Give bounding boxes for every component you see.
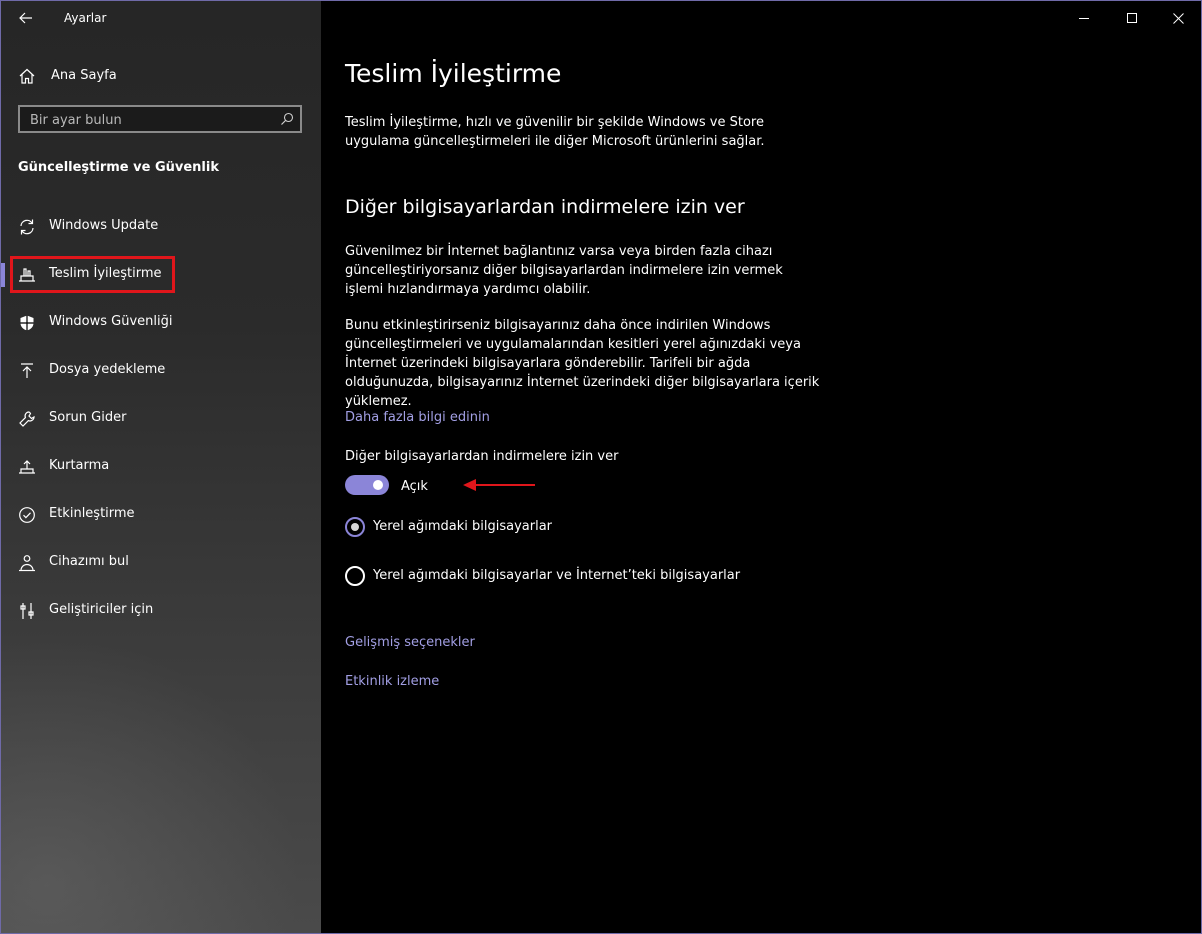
- sidebar-item-windows-update[interactable]: Windows Update: [1, 203, 321, 251]
- intro-paragraph: Teslim İyileştirme, hızlı ve güvenilir b…: [345, 113, 765, 151]
- page-title: Teslim İyileştirme: [345, 59, 562, 88]
- sidebar-item-label: Etkinleştirme: [49, 506, 135, 521]
- intro-line: Teslim İyileştirme, hızlı ve güvenilir b…: [345, 115, 764, 130]
- highlight-annotation-box: [10, 256, 175, 293]
- description-paragraph-1: Güvenilmez bir İnternet bağlantınız vars…: [345, 242, 783, 299]
- sidebar-item-file-backup[interactable]: Dosya yedekleme: [1, 347, 321, 395]
- paragraph-line: yüklemez.: [345, 394, 412, 409]
- home-label: Ana Sayfa: [51, 68, 117, 83]
- radio-button[interactable]: [345, 566, 365, 586]
- active-indicator: [1, 263, 5, 287]
- recovery-icon: [19, 460, 35, 474]
- sidebar-item-windows-security[interactable]: Windows Güvenliği: [1, 299, 321, 347]
- radio-label: Yerel ağımdaki bilgisayarlar: [373, 519, 553, 534]
- paragraph-line: işlemi hızlandırmaya yardımcı olabilir.: [345, 282, 591, 297]
- sidebar-item-label: Dosya yedekleme: [49, 362, 166, 377]
- sidebar-item-label: Geliştiriciler için: [49, 602, 154, 617]
- close-button[interactable]: [1155, 1, 1201, 35]
- settings-search-box[interactable]: [18, 105, 302, 133]
- sidebar-item-label: Windows Update: [49, 218, 159, 233]
- toggle-state-text: Açık: [401, 479, 428, 494]
- activity-monitor-link[interactable]: Etkinlik izleme: [345, 674, 439, 689]
- sidebar-item-label: Windows Güvenliği: [49, 314, 173, 329]
- section-subheading: Diğer bilgisayarlardan indirmelere izin …: [345, 196, 745, 218]
- app-title: Ayarlar: [64, 11, 107, 25]
- paragraph-line: güncelleştiriyorsanız diğer bilgisayarla…: [345, 263, 783, 278]
- home-nav-item[interactable]: Ana Sayfa: [1, 59, 321, 93]
- minimize-icon: [1079, 18, 1089, 19]
- paragraph-line: Güvenilmez bir İnternet bağlantınız vars…: [345, 244, 773, 259]
- paragraph-line: İnternet üzerindeki bilgisayarlara gönde…: [345, 356, 751, 371]
- sidebar-section-title: Güncelleştirme ve Güvenlik: [18, 160, 219, 175]
- wrench-icon: [19, 411, 35, 427]
- minimize-button[interactable]: [1061, 1, 1107, 35]
- sidebar-item-delivery-optimization[interactable]: Teslim İyileştirme: [1, 251, 321, 299]
- backup-arrow-icon: [21, 363, 33, 378]
- sidebar-item-troubleshoot[interactable]: Sorun Gider: [1, 395, 321, 443]
- sidebar-item-label: Kurtarma: [49, 458, 110, 473]
- sidebar-item-recovery[interactable]: Kurtarma: [1, 443, 321, 491]
- radio-local-network[interactable]: Yerel ağımdaki bilgisayarlar: [345, 517, 845, 539]
- intro-line: uygulama güncelleştirmeleri ile diğer Mi…: [345, 134, 765, 149]
- description-paragraph-2: Bunu etkinleştirirseniz bilgisayarınız d…: [345, 316, 819, 411]
- shield-icon: [20, 315, 34, 331]
- maximize-icon: [1127, 13, 1137, 23]
- person-pin-icon: [19, 555, 35, 572]
- radio-local-and-internet[interactable]: Yerel ağımdaki bilgisayarlar ve İnternet…: [345, 566, 845, 588]
- paragraph-line: olduğunuzda, bilgisayarınız İnternet üze…: [345, 375, 820, 390]
- radio-button[interactable]: [345, 517, 365, 537]
- sidebar-nav: Windows Update Teslim İyileştirme Window…: [1, 203, 321, 635]
- allow-downloads-toggle[interactable]: [345, 475, 389, 495]
- title-bar-left: Ayarlar: [1, 1, 321, 35]
- back-arrow-icon: [19, 12, 32, 24]
- sidebar-item-find-my-device[interactable]: Cihazımı bul: [1, 539, 321, 587]
- search-input[interactable]: [28, 109, 272, 131]
- maximize-button[interactable]: [1109, 1, 1155, 35]
- back-button[interactable]: [13, 6, 39, 30]
- sidebar-item-for-developers[interactable]: Geliştiriciler için: [1, 587, 321, 635]
- sidebar-item-activation[interactable]: Etkinleştirme: [1, 491, 321, 539]
- check-circle-icon: [19, 507, 35, 523]
- sync-icon: [20, 219, 34, 235]
- close-icon: [1172, 12, 1184, 24]
- sidebar: Ayarlar Ana Sayfa Güncelleştirme ve Güve…: [1, 1, 321, 933]
- radio-label: Yerel ağımdaki bilgisayarlar ve İnternet…: [373, 568, 741, 583]
- advanced-options-link[interactable]: Gelişmiş seçenekler: [345, 635, 475, 650]
- learn-more-link[interactable]: Daha fazla bilgi edinin: [345, 410, 490, 425]
- home-icon: [19, 68, 35, 84]
- sidebar-item-label: Cihazımı bul: [49, 554, 129, 569]
- search-icon: [281, 112, 294, 125]
- developer-tools-icon: [20, 603, 34, 619]
- annotation-arrow-icon: [463, 479, 535, 491]
- settings-window: Ayarlar Ana Sayfa Güncelleştirme ve Güve…: [0, 0, 1202, 934]
- paragraph-line: Bunu etkinleştirirseniz bilgisayarınız d…: [345, 318, 771, 333]
- sidebar-item-label: Sorun Gider: [49, 410, 127, 425]
- paragraph-line: güncelleştirmeleri ve uygulamalarından k…: [345, 337, 801, 352]
- toggle-label: Diğer bilgisayarlardan indirmelere izin …: [345, 449, 619, 464]
- main-content: Teslim İyileştirme Teslim İyileştirme, h…: [321, 1, 1201, 933]
- toggle-knob: [373, 480, 383, 490]
